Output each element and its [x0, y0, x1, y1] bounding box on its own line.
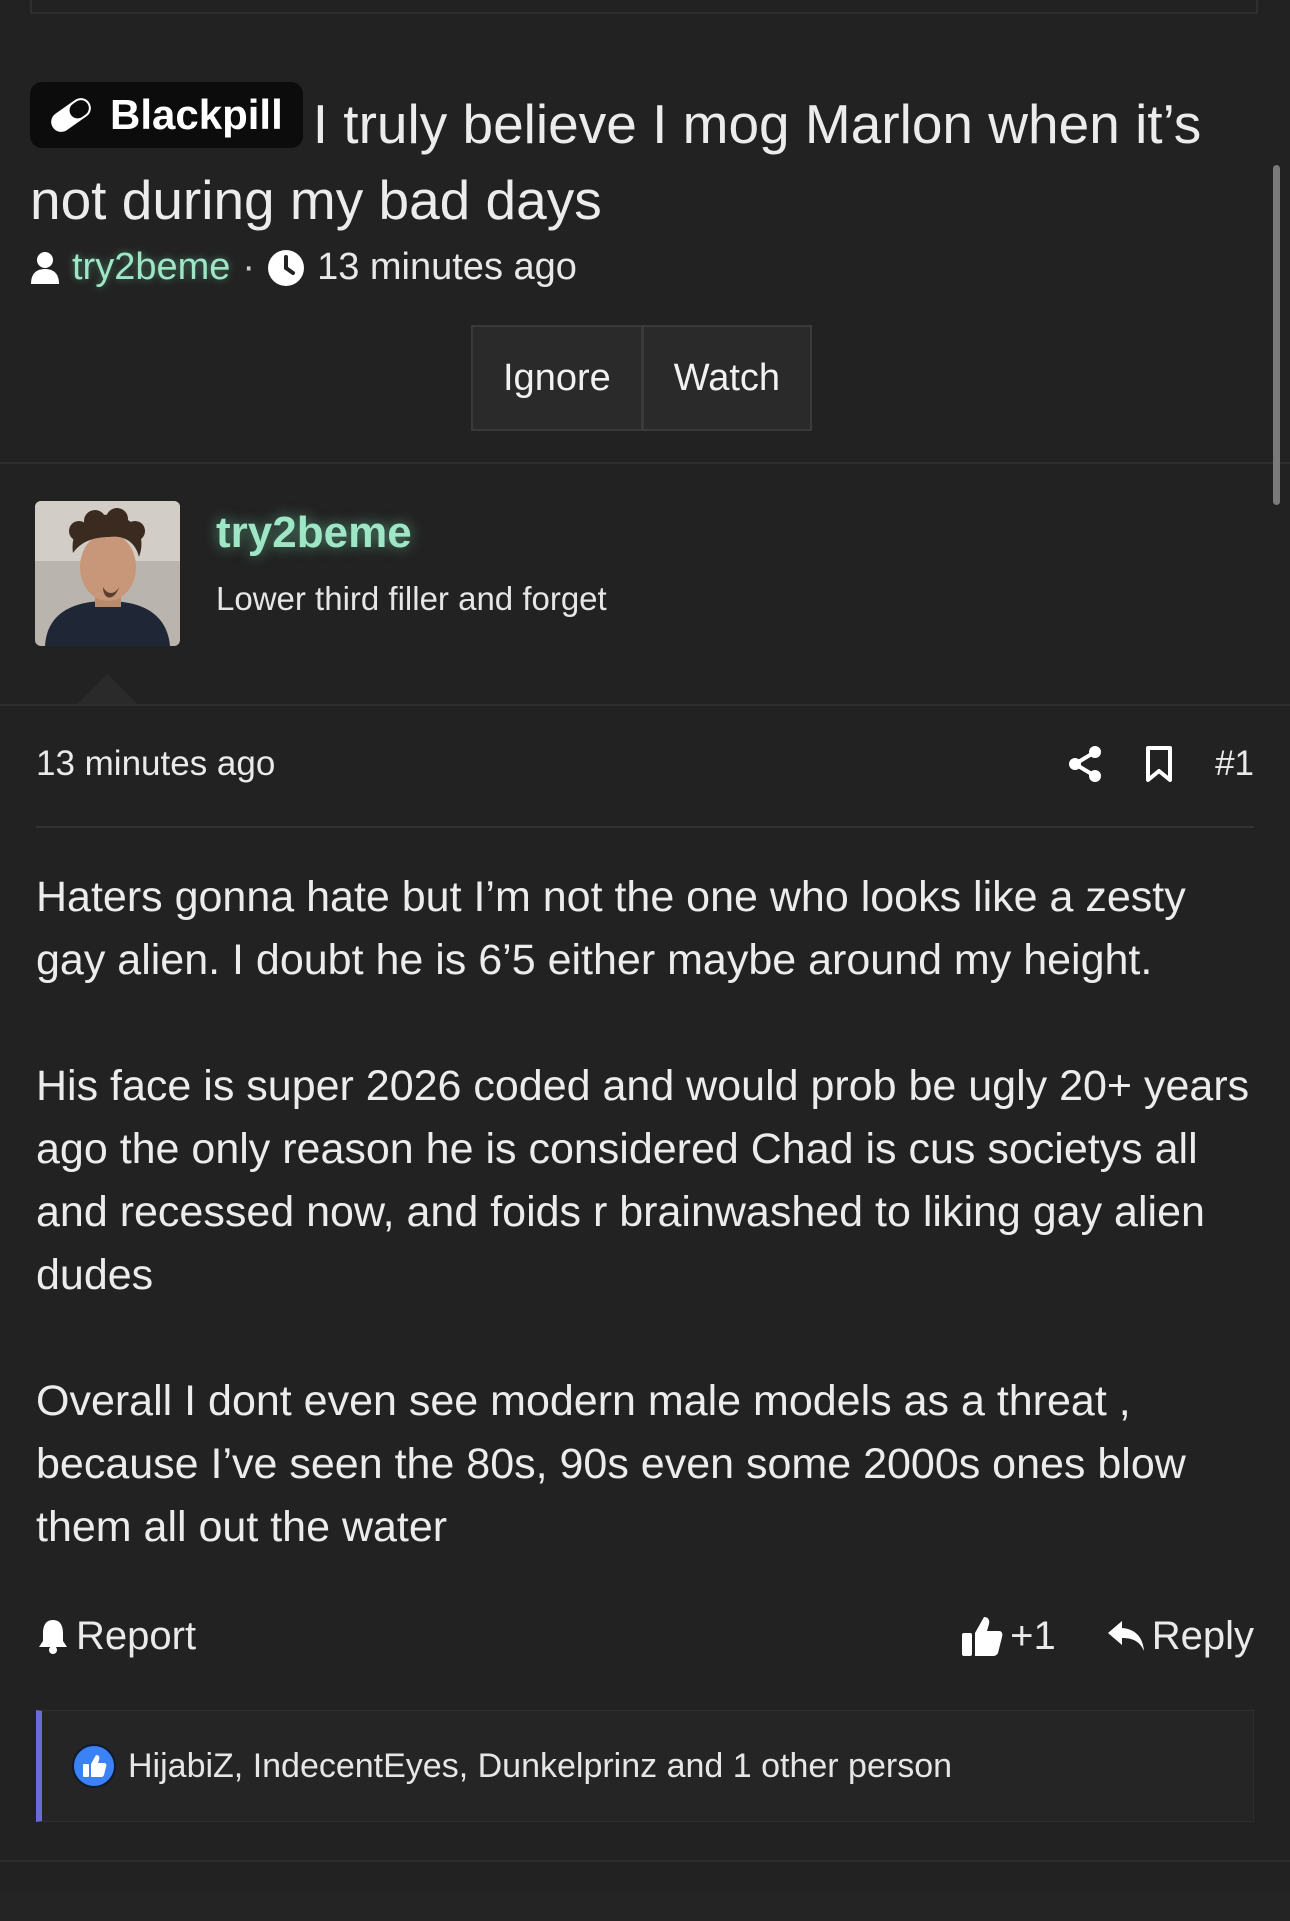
watch-button[interactable]: Watch — [642, 325, 813, 431]
user-title: Lower third filler and forget — [216, 580, 607, 617]
report-label: Report — [76, 1613, 197, 1658]
thread-author-link[interactable]: try2beme — [72, 246, 230, 289]
post-author-name[interactable]: try2beme — [216, 508, 412, 558]
scrollbar[interactable] — [1273, 165, 1280, 505]
prefix-label: Blackpill — [110, 91, 283, 138]
thread-time[interactable]: 13 minutes ago — [317, 246, 577, 289]
reply-icon — [1107, 1621, 1144, 1651]
user-icon — [31, 251, 59, 284]
thread-page: Blackpill I truly believe I mog Marlon w… — [0, 0, 1290, 1921]
reactions-users: HijabiZ, IndecentEyes, Dunkelprinz and 1… — [128, 1746, 953, 1785]
post-time[interactable]: 13 minutes ago — [36, 744, 275, 784]
post-paragraph: Overall I dont even see modern male mode… — [36, 1377, 1186, 1551]
divider — [0, 704, 1290, 706]
share-icon[interactable] — [1067, 745, 1103, 783]
post-meta: 13 minutes ago #1 — [36, 744, 1254, 784]
post-paragraph: His face is super 2026 coded and would p… — [36, 1062, 1250, 1299]
pill-icon — [51, 98, 91, 132]
reactions-bar[interactable]: HijabiZ, IndecentEyes, Dunkelprinz and 1… — [36, 1710, 1254, 1822]
bell-icon — [39, 1620, 67, 1654]
post-body: Haters gonna hate but I’m not the one wh… — [36, 866, 1266, 1622]
thread-title: Blackpill I truly believe I mog Marlon w… — [30, 82, 1240, 238]
thread-header: Blackpill I truly believe I mog Marlon w… — [30, 82, 1240, 238]
avatar[interactable] — [35, 501, 180, 646]
like-count: +1 — [1010, 1613, 1056, 1658]
post-meta-divider — [36, 826, 1254, 828]
post-footer: Report +1 Reply — [36, 1608, 1254, 1664]
next-post-edge — [0, 1892, 1290, 1921]
post-actions: #1 — [1067, 744, 1254, 784]
divider — [0, 1860, 1290, 1862]
post-author-block: try2beme Lower third filler and forget — [0, 464, 1290, 706]
like-reaction-icon — [72, 1744, 116, 1788]
reply-label: Reply — [1151, 1613, 1254, 1658]
prefix-badge[interactable]: Blackpill — [30, 82, 303, 148]
meta-separator: · — [242, 246, 256, 288]
clock-icon — [268, 249, 305, 286]
avatar-image — [35, 501, 180, 646]
reply-button[interactable]: Reply — [1106, 1614, 1254, 1659]
message-arrow — [75, 674, 139, 706]
bookmark-icon[interactable] — [1145, 745, 1173, 783]
post-permalink[interactable]: #1 — [1215, 744, 1254, 784]
thumbs-up-icon — [962, 1617, 1003, 1656]
previous-block-edge — [30, 0, 1258, 14]
ignore-button[interactable]: Ignore — [471, 325, 643, 431]
like-button[interactable]: +1 — [960, 1614, 1056, 1659]
report-button[interactable]: Report — [36, 1614, 196, 1659]
thread-meta: try2beme · 13 minutes ago — [30, 246, 577, 289]
thread-action-buttons: Ignore Watch — [471, 325, 813, 431]
post-paragraph: Haters gonna hate but I’m not the one wh… — [36, 873, 1186, 984]
